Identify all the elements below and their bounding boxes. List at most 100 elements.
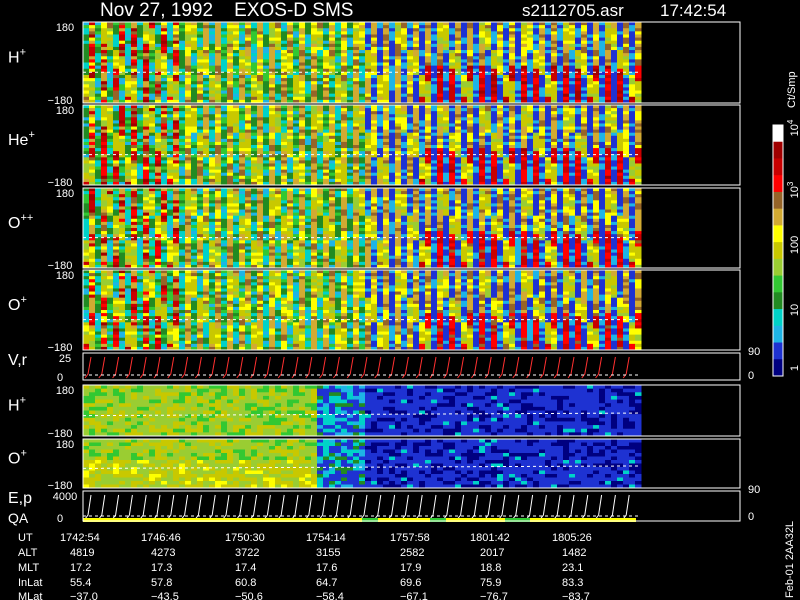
spectrogram-figure: Nov 27, 1992 EXOS-D SMS s2112705.asr 17:… (8, 0, 800, 600)
y-tick-bottom: 0 (57, 372, 63, 384)
colorbar-swatch (773, 175, 783, 193)
y-tick-top: 180 (56, 439, 74, 451)
panel-4: 180−180O+ (8, 269, 741, 354)
ephemeris-cell: −37.0 (70, 591, 98, 600)
colorbar-swatch (773, 309, 783, 327)
right-tick-bottom: 0 (748, 511, 754, 523)
y-tick-top: 25 (59, 353, 71, 365)
y-tick-top: 180 (56, 270, 74, 282)
panel-label-superscript: + (20, 47, 26, 59)
colorbar-swatch (773, 225, 783, 243)
ephemeris-label: InLat (18, 577, 42, 589)
panel-label-superscript: + (20, 395, 26, 407)
panel-label: E,p (8, 490, 32, 507)
ephemeris-cell: 3722 (235, 547, 259, 559)
panel-label: O+ (8, 448, 27, 468)
panel-6: 180−180H+ (8, 384, 741, 440)
panel-label: O+ (8, 294, 27, 314)
colorbar-swatch (773, 359, 783, 377)
panel-stack: 180−180H+180−180He+180−180O++180−180O+25… (8, 21, 760, 526)
colorbar-swatch (773, 208, 783, 226)
figure-title: Nov 27, 1992 EXOS-D SMS (100, 0, 353, 21)
panel-5: 25 0 V,r 90 0 (8, 346, 760, 384)
y-tick-bottom: 0 (57, 513, 63, 525)
ephemeris-cell: 4819 (70, 547, 94, 559)
ephemeris-cell: 1754:14 (306, 532, 346, 544)
colorbar-tick-exponent: 3 (786, 181, 795, 186)
panel-label-superscript: + (28, 129, 34, 141)
ephemeris-cell: −58.4 (316, 591, 344, 600)
y-tick-top: 180 (56, 188, 74, 200)
ephemeris-cell: 17.3 (151, 562, 172, 574)
y-tick-top: 180 (56, 385, 74, 397)
right-tick-bottom: 0 (748, 370, 754, 382)
ephemeris-cell: 23.1 (562, 562, 583, 574)
ephemeris-cell: 17.9 (400, 562, 421, 574)
ephemeris-cell: 18.8 (480, 562, 501, 574)
colorbar-swatch (773, 141, 783, 159)
panel-label: V,r (8, 352, 28, 369)
side-label: Feb-01 2AA32L (784, 521, 796, 598)
ephemeris-cell: −50.6 (235, 591, 263, 600)
panel-7: 180−180O+ (8, 438, 741, 492)
colorbar-swatch (773, 342, 783, 360)
ephemeris-label: MLT (18, 562, 39, 574)
ephemeris-cell: 64.7 (316, 577, 337, 589)
ephemeris-cell: 17.4 (235, 562, 256, 574)
ephemeris-cell: −67.1 (400, 591, 428, 600)
ephemeris-cell: 60.8 (235, 577, 256, 589)
panel-label: H+ (8, 47, 26, 67)
ephemeris-cell: −43.5 (151, 591, 179, 600)
colorbar: Ct/Smp 104 103 100 10 1 (772, 71, 800, 377)
y-tick-top: 180 (56, 105, 74, 117)
colorbar-unit: Ct/Smp (786, 71, 798, 108)
colorbar-swatch (773, 125, 783, 143)
ephemeris-cell: −83.7 (562, 591, 590, 600)
panel-1: 180−180H+ (8, 21, 741, 107)
colorbar-tick: 104 (786, 119, 800, 136)
panel-label-superscript: + (20, 294, 26, 306)
y-tick-top: 4000 (53, 491, 77, 503)
panel-label: H+ (8, 395, 26, 415)
colorbar-swatch (773, 191, 783, 210)
ephemeris-cell: 3155 (316, 547, 340, 559)
colorbar-tick: 103 (786, 181, 800, 198)
right-tick-top: 90 (748, 484, 760, 496)
ephemeris-cell: 17.6 (316, 562, 337, 574)
colorbar-swatch (773, 325, 783, 344)
ephemeris-table: UT ALT MLT InLat MLat 1742:54 4819 17.2 55.4 −37.… (18, 532, 592, 600)
colorbar-swatch (773, 275, 783, 293)
panel-label: He+ (8, 129, 35, 149)
file-name: s2112705.asr (522, 1, 624, 20)
colorbar-tick: 100 (789, 236, 800, 254)
panel-2: 180−180He+ (8, 104, 741, 189)
ephemeris-label: ALT (18, 547, 38, 559)
panel-background (83, 353, 640, 380)
panel-3: 180−180O++ (8, 187, 741, 272)
ephemeris-cell: 1805:26 (552, 532, 592, 544)
ephemeris-cell: 1746:46 (141, 532, 181, 544)
panel-8: 4000 0 E,p QA 90 0 (8, 484, 760, 526)
right-tick-top: 90 (748, 346, 760, 358)
colorbar-tick: 1 (789, 365, 800, 371)
ephemeris-label: MLat (18, 591, 42, 600)
ephemeris-cell: −76.7 (480, 591, 508, 600)
panel-label-superscript: ++ (20, 212, 33, 224)
colorbar-tick: 10 (789, 304, 800, 316)
ephemeris-cell: 69.6 (400, 577, 421, 589)
ephemeris-cell: 2017 (480, 547, 504, 559)
ephemeris-cell: 1801:42 (470, 532, 510, 544)
ephemeris-cell: 57.8 (151, 577, 172, 589)
ephemeris-cell: 2582 (400, 547, 424, 559)
ephemeris-cell: 17.2 (70, 562, 91, 574)
colorbar-tick-exponent: 4 (786, 119, 795, 124)
panel-label-secondary: QA (8, 510, 29, 526)
colorbar-swatch (773, 242, 783, 260)
ephemeris-cell: 1482 (562, 547, 586, 559)
colorbar-swatch (773, 292, 783, 310)
ephemeris-cell: 1757:58 (390, 532, 430, 544)
colorbar-swatch (773, 258, 783, 277)
ephemeris-cell: 1750:30 (225, 532, 265, 544)
y-tick-top: 180 (56, 22, 74, 34)
ephemeris-label: UT (18, 532, 33, 544)
